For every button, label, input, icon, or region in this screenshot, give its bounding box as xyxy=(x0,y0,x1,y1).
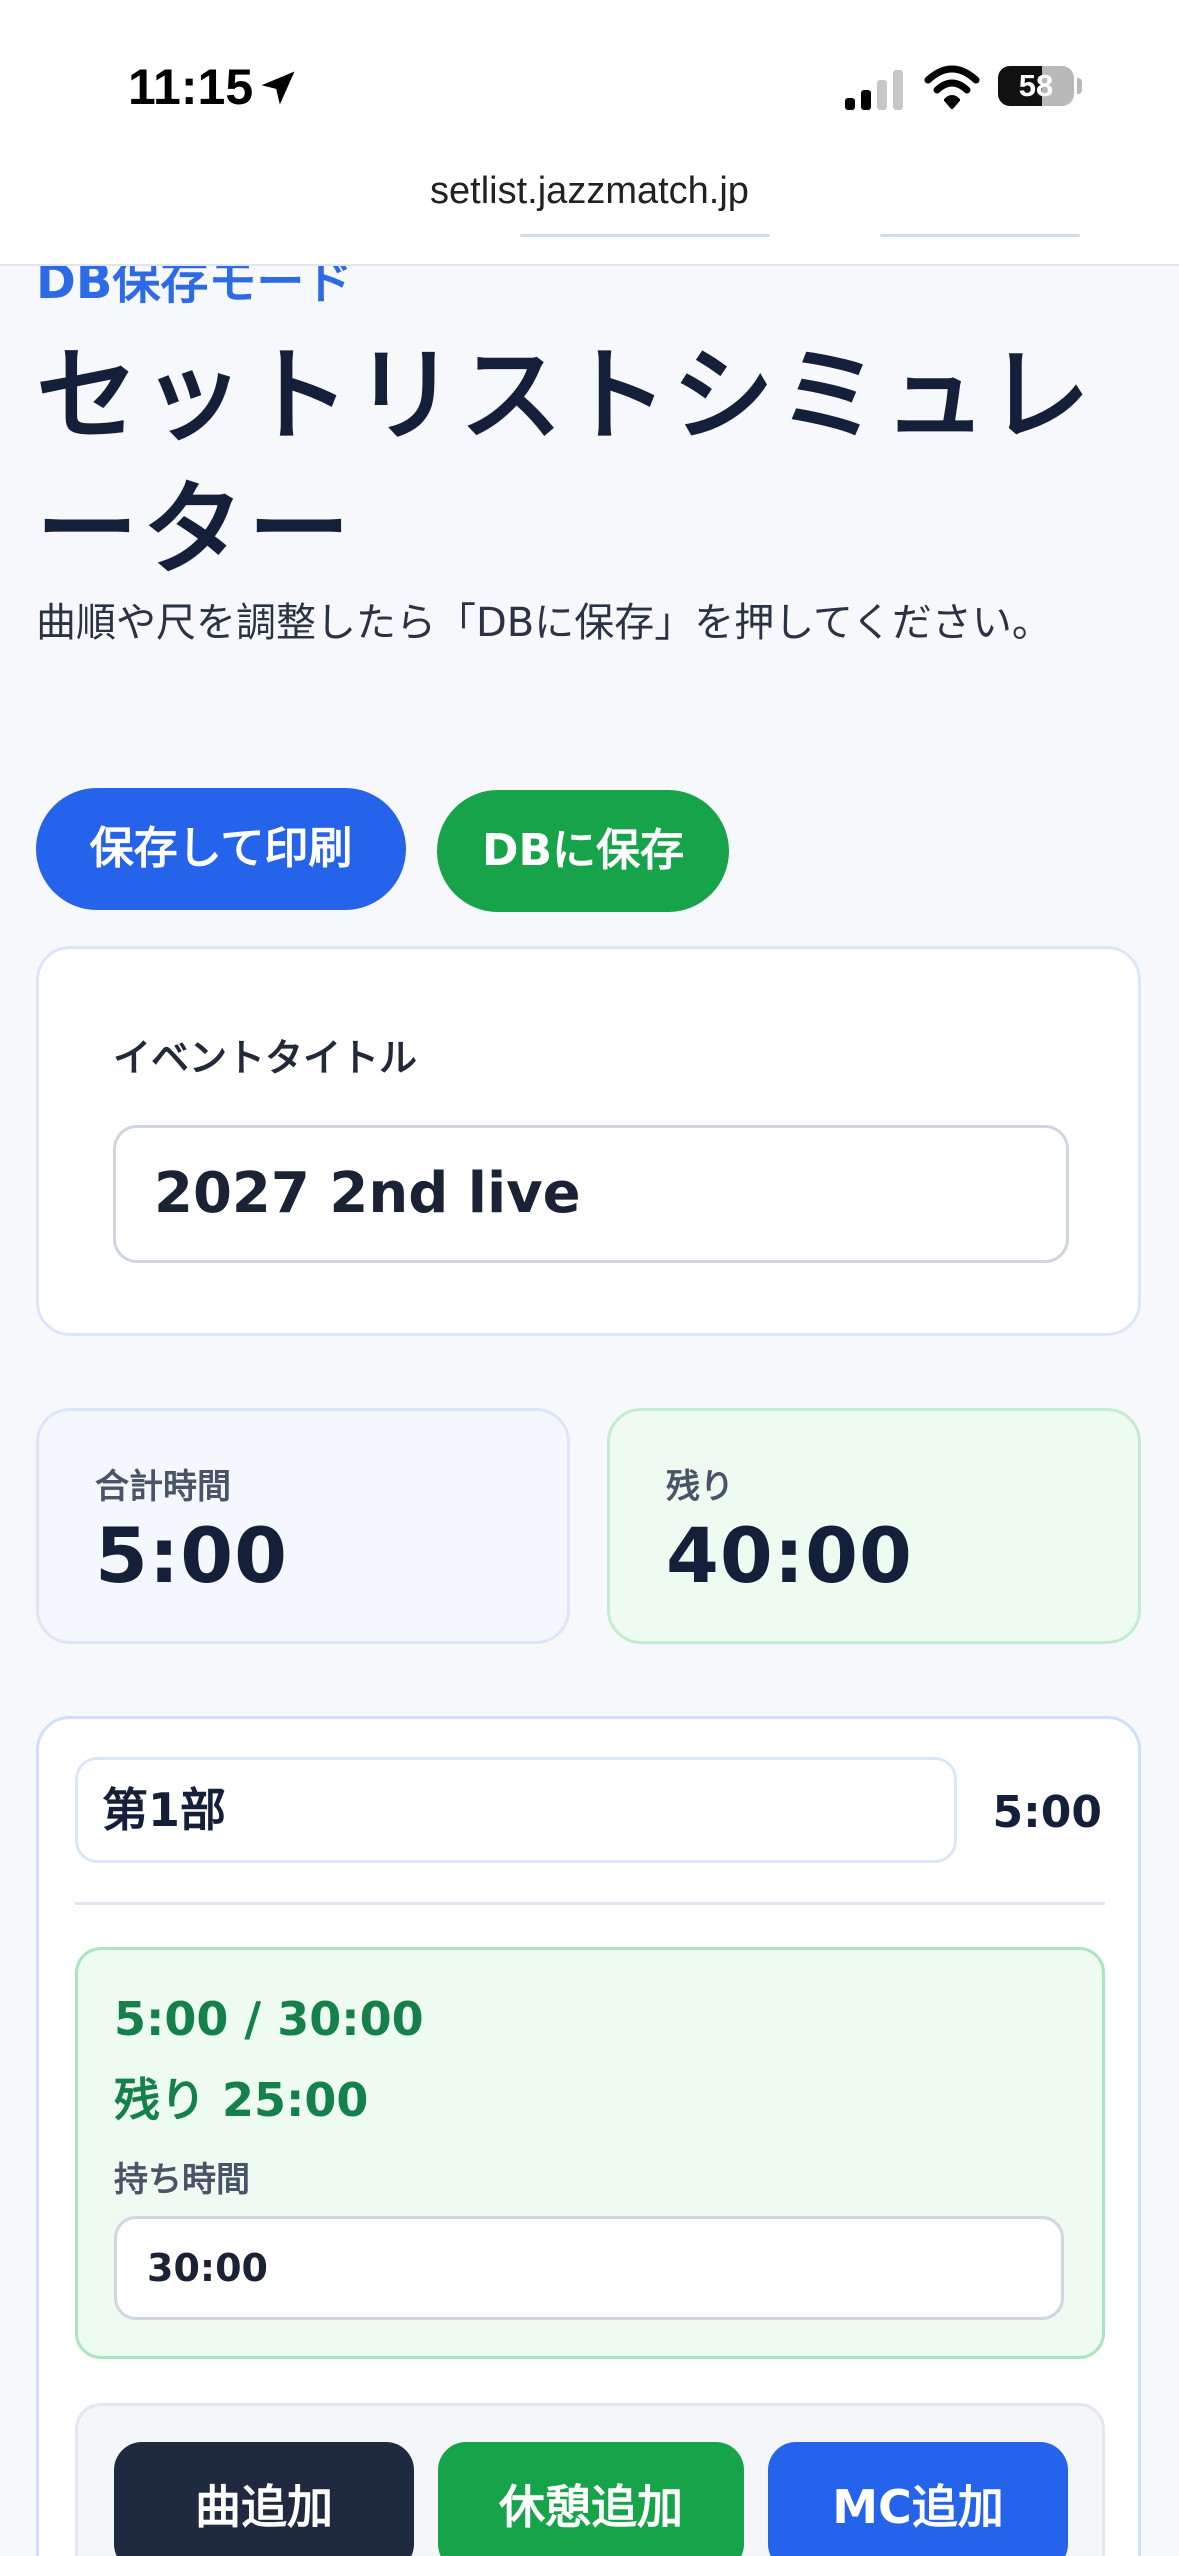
event-title-label: イベントタイトル xyxy=(113,1036,418,1080)
remaining-time-label: 残り xyxy=(666,1467,734,1507)
allocation-usage: 5:00 / 30:00 xyxy=(114,1992,424,2046)
wifi-icon xyxy=(924,65,980,109)
save-and-print-button[interactable]: 保存して印刷 xyxy=(36,788,406,910)
section-card: 第1部 5:00 5:00 / 30:00 残り 25:00 持ち時間 30:0… xyxy=(36,1716,1141,2556)
total-time-card: 合計時間 5:00 xyxy=(36,1408,570,1644)
total-time-value: 5:00 xyxy=(95,1511,289,1600)
event-title-card: イベントタイトル 2027 2nd live xyxy=(36,946,1141,1336)
remaining-time-card: 残り 40:00 xyxy=(607,1408,1141,1644)
total-time-label: 合計時間 xyxy=(95,1467,231,1507)
allocation-label: 持ち時間 xyxy=(114,2160,250,2200)
allocation-remaining: 残り 25:00 xyxy=(114,2073,369,2127)
event-title-input[interactable]: 2027 2nd live xyxy=(113,1125,1069,1263)
status-time: 11:15 xyxy=(128,59,254,115)
save-to-db-button[interactable]: DBに保存 xyxy=(437,790,729,912)
section-duration: 5:00 xyxy=(992,1787,1102,1838)
battery-nub xyxy=(1077,78,1082,94)
section-name-input[interactable]: 第1部 xyxy=(75,1757,957,1863)
add-song-button[interactable]: 曲追加 xyxy=(114,2442,414,2556)
remaining-time-value: 40:00 xyxy=(666,1511,913,1600)
address-bar-url[interactable]: setlist.jazzmatch.jp xyxy=(0,170,1179,213)
cellular-signal-icon xyxy=(845,70,903,110)
address-bar-edge xyxy=(0,234,1179,240)
browser-top-bar: 11:15 58 setlist.jazzmatch.jp xyxy=(0,0,1179,266)
time-allocation-box: 5:00 / 30:00 残り 25:00 持ち時間 30:00 xyxy=(75,1947,1105,2359)
add-mc-button[interactable]: MC追加 xyxy=(768,2442,1068,2556)
page-title: セットリストシミュレーター xyxy=(36,337,1094,590)
allocation-time-input[interactable]: 30:00 xyxy=(114,2216,1064,2320)
location-arrow-icon xyxy=(261,71,295,105)
page-description: 曲順や尺を調整したら「DBに保存」を押してください。 xyxy=(36,600,1052,646)
battery-indicator: 58 xyxy=(998,66,1074,106)
section-divider xyxy=(75,1902,1105,1905)
battery-percent: 58 xyxy=(1018,68,1054,103)
add-break-button[interactable]: 休憩追加 xyxy=(438,2442,744,2556)
add-item-toolbar: 曲追加 休憩追加 MC追加 xyxy=(75,2403,1105,2556)
